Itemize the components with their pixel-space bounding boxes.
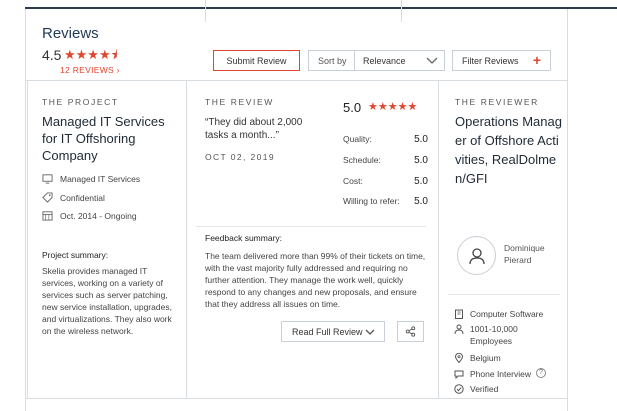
help-icon[interactable]: ?: [535, 368, 546, 378]
sort-by-label: Sort by: [309, 51, 355, 70]
filter-reviews-label: Filter Reviews: [462, 55, 519, 66]
sort-by-value: Relevance: [363, 55, 406, 66]
section-divider: [196, 226, 426, 227]
score-label: Cost:: [343, 176, 363, 186]
project-service-text: Managed IT Services: [60, 173, 141, 184]
score-value: 5.0: [414, 196, 428, 207]
tag-icon: [42, 192, 53, 203]
score-label: Willing to refer:: [343, 196, 400, 206]
project-dates: Oct. 2014 - Ongoing: [42, 210, 137, 221]
column-divider: [438, 80, 439, 398]
filter-reviews-button[interactable]: Filter Reviews +: [452, 50, 551, 71]
project-budget-text: Confidential: [60, 192, 105, 203]
user-icon: [454, 324, 464, 334]
reviewer-verified: Verified: [454, 383, 498, 395]
reviewer-industry: Computer Software: [454, 308, 543, 320]
submit-review-button[interactable]: Submit Review: [213, 50, 300, 71]
location-pin-icon: [454, 353, 464, 363]
frame-border: [25, 9, 26, 411]
score-row-quality: Quality: 5.0: [343, 134, 428, 145]
feedback-summary-heading: Feedback summary:: [205, 233, 282, 243]
reviewer-employees: 1001-10,000 Employees: [454, 323, 554, 347]
reviewer-interview: Phone Interview ?: [454, 368, 546, 380]
project-summary-heading: Project summary:: [42, 250, 109, 260]
frame-border: [567, 9, 568, 411]
overall-rating: 4.5: [42, 47, 62, 63]
top-separator: [205, 0, 206, 22]
score-label: Schedule:: [343, 155, 381, 165]
review-quote: “They did about 2,000 tasks a month...”: [205, 117, 303, 141]
plus-icon: +: [532, 52, 541, 68]
top-separator: [401, 0, 402, 22]
score-row-willing-to-refer: Willing to refer: 5.0: [343, 196, 428, 207]
reviewer-industry-text: Computer Software: [470, 309, 544, 319]
avatar: [457, 236, 496, 275]
share-icon: [405, 326, 416, 337]
user-icon: [468, 247, 485, 264]
reviewer-location: Belgium: [454, 352, 501, 364]
review-section-label: THE REVIEW: [205, 97, 274, 107]
score-value: 5.0: [414, 155, 428, 166]
project-dates-text: Oct. 2014 - Ongoing: [60, 210, 137, 221]
section-divider: [448, 294, 560, 295]
card-border: [25, 398, 568, 399]
project-service: Managed IT Services: [42, 173, 140, 184]
card-border: [27, 80, 28, 398]
chevron-down-icon: [426, 57, 438, 64]
review-date: OCT 02, 2019: [205, 152, 276, 162]
reviewer-section-label: THE REVIEWER: [455, 97, 539, 107]
reviewer-location-text: Belgium: [470, 353, 501, 363]
score-row-schedule: Schedule: 5.0: [343, 155, 428, 166]
check-circle-icon: [454, 384, 464, 394]
feedback-summary-text: The team delivered more than 99% of thei…: [205, 251, 426, 309]
project-title: Managed IT Services for IT Offshoring Co…: [42, 114, 165, 163]
calendar-icon: [42, 211, 53, 221]
read-full-review-label: Read Full Review: [292, 326, 363, 337]
building-icon: [455, 309, 463, 319]
top-rule: [25, 7, 617, 9]
score-label: Quality:: [343, 134, 372, 144]
score-row-cost: Cost: 5.0: [343, 176, 428, 187]
reviews-heading: Reviews: [42, 25, 99, 42]
reviewer-verified-text: Verified: [470, 384, 499, 394]
reviewer-interview-text: Phone Interview: [470, 369, 531, 379]
reviewer-employees-text: 1001-10,000 Employees: [470, 324, 518, 346]
read-full-review-button[interactable]: Read Full Review: [281, 321, 385, 342]
monitor-icon: [42, 174, 53, 184]
column-divider: [186, 80, 187, 398]
score-value: 5.0: [414, 134, 428, 145]
score-value: 5.0: [414, 176, 428, 187]
project-section-label: THE PROJECT: [42, 97, 119, 107]
card-border: [25, 80, 568, 81]
chat-icon: [454, 370, 464, 379]
sort-by-select[interactable]: Sort by Relevance: [308, 50, 445, 71]
share-button[interactable]: [397, 321, 424, 342]
reviewer-name: Dominique Pierard: [504, 243, 545, 265]
project-summary-text: Skelia provides managed IT services, wor…: [42, 266, 172, 336]
star-rating-icon: ★★★★★: [368, 101, 418, 113]
project-budget: Confidential: [42, 192, 105, 203]
chevron-down-icon: [365, 329, 375, 335]
reviewer-title: Operations Manager of Offshore Activitie…: [455, 114, 562, 186]
reviews-count-link[interactable]: 12 REVIEWS ›: [60, 65, 120, 75]
review-score: 5.0: [343, 100, 362, 115]
